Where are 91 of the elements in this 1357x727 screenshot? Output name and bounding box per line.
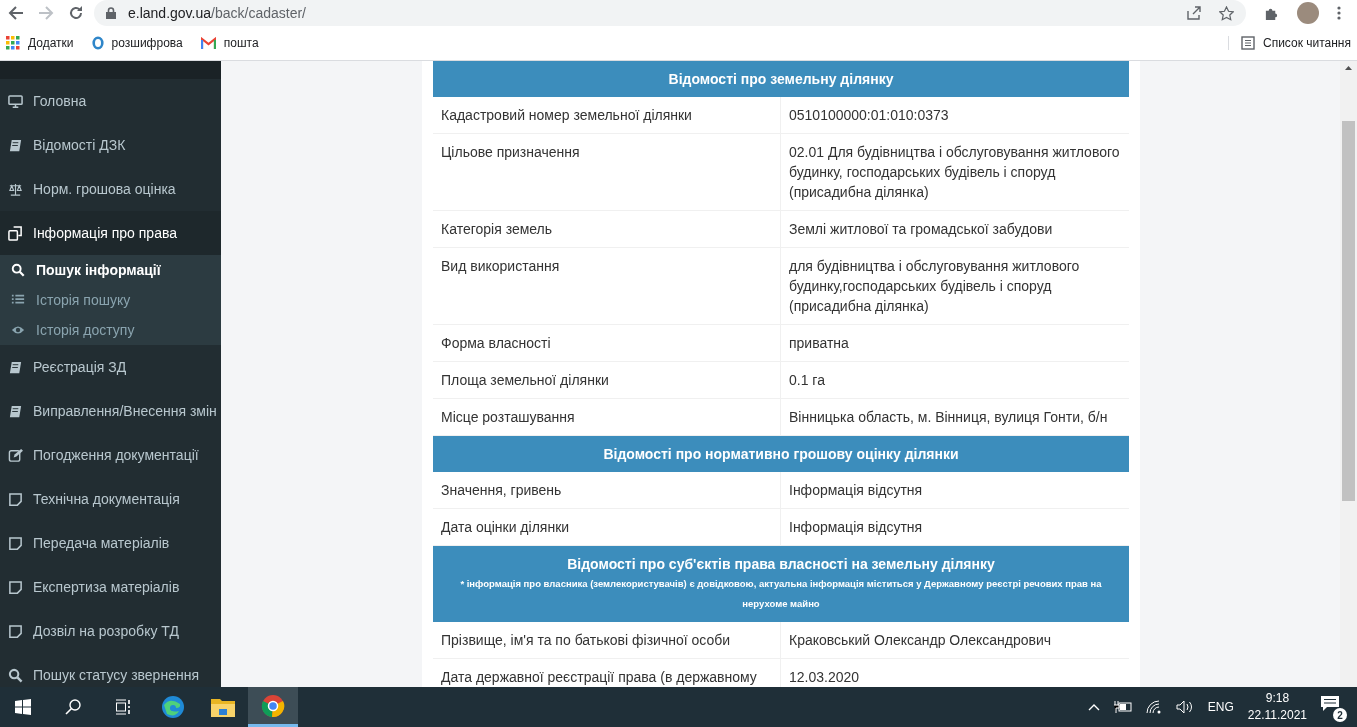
notification-count: 2 (1333, 708, 1347, 722)
monitor-icon (8, 93, 23, 109)
language-indicator[interactable]: ENG (1207, 700, 1234, 714)
field-label: Цільове призначення (440, 143, 581, 162)
more-icon[interactable] (1337, 6, 1341, 20)
field-label: Прізвище, ім'я та по батькові фізичної особи (440, 631, 732, 650)
speaker-icon[interactable] (1175, 700, 1194, 714)
bookmark-label: Додатки (28, 36, 74, 50)
book-icon (8, 359, 23, 375)
chat-icon (1321, 696, 1339, 712)
field-label: Дата оцінки ділянки (440, 518, 571, 537)
field-value: Краковський Олександр Олександрович (780, 622, 1129, 658)
field-value: Вінницька область, м. Вінниця, вулиця Гонти, б/н (780, 399, 1129, 435)
sidebar-item[interactable]: Реєстрація ЗД (0, 345, 221, 389)
folder-icon (211, 697, 235, 717)
edge-icon (161, 695, 185, 719)
bookmark-label: пошта (223, 36, 259, 50)
field-value: для будівництва і обслуговування житлового будинку,господарських будівель і споруд (присадибна ділянка) (780, 248, 1129, 324)
field-value: Землі житлової та громадської забудови (780, 211, 1129, 247)
bookmark-label: Список читання (1263, 36, 1351, 50)
copy-icon (8, 225, 23, 241)
list-icon (1241, 36, 1255, 50)
note-icon (8, 623, 23, 639)
sidebar-item[interactable]: Передача матеріалів (0, 521, 221, 565)
sidebar-item[interactable]: Виправлення/Внесення змін (0, 389, 221, 433)
battery-icon[interactable] (1113, 701, 1132, 713)
bookmark-link[interactable]: пошта (200, 36, 259, 50)
field-label: Значення, гривень (440, 481, 563, 500)
apps-grid-icon (6, 36, 20, 50)
clock[interactable]: 9:18 22.11.2021 (1247, 690, 1307, 724)
note-icon (8, 491, 23, 507)
field-label: Категорія земель (440, 220, 554, 239)
field-label: Площа земельної ділянки (440, 371, 610, 390)
chevron-up-icon[interactable] (1087, 703, 1100, 711)
chrome-icon (261, 693, 285, 718)
book-icon (8, 137, 23, 153)
list-icon (11, 293, 25, 307)
section-title: Відомості про земельну ділянку (667, 70, 895, 89)
field-label: Місце розташування (440, 408, 576, 427)
wifi-icon[interactable] (1145, 700, 1162, 714)
search-icon (11, 263, 25, 277)
sidebar-item[interactable]: Інформація про права (0, 211, 221, 255)
field-value: 0.1 га (780, 362, 1129, 398)
scrollbar[interactable] (1340, 61, 1357, 687)
field-label: Дата державної реєстрації права (в державному (440, 668, 758, 687)
avatar[interactable] (1297, 2, 1319, 24)
sidebar-item[interactable]: Пошук статусу звернення (0, 653, 221, 687)
section-title: Відомості про нормативно грошову оцінку ділянки (602, 445, 960, 464)
sidebar-item[interactable]: Технічна документація (0, 477, 221, 521)
address-bar[interactable]: e.land.gov.ua/back/cadaster/ (94, 0, 1246, 26)
reading-list-button[interactable]: Список читання (1228, 36, 1351, 50)
windows-icon (15, 699, 31, 715)
note-icon (8, 535, 23, 551)
star-icon[interactable] (1219, 5, 1234, 21)
sidebar-item[interactable]: Погодження документації (0, 433, 221, 477)
reload-icon[interactable] (68, 5, 84, 21)
clock-text: 22.11.2021 (1247, 707, 1307, 724)
bookmark-label: розшифрова (111, 36, 183, 50)
book-icon (8, 403, 23, 419)
sidebar-item[interactable]: Експертиза матеріалів (0, 565, 221, 609)
field-value: 0510100000:01:010:0373 (780, 97, 1129, 133)
search-icon (65, 699, 81, 715)
back-icon[interactable] (8, 5, 24, 21)
section-note: * інформація про власника (землекористувачів) є довідковою, актуальна інформація міститься у Державному реєстрі речових прав на нерухоме майно (459, 577, 1103, 611)
scale-icon (8, 181, 23, 197)
field-value: Інформація відсутня (780, 472, 1129, 508)
edit-icon (8, 447, 23, 463)
mail-icon (200, 37, 216, 49)
sidebar-item[interactable]: Дозвіл на розробку ТД (0, 609, 221, 653)
note-icon (8, 579, 23, 595)
sidebar-subitem[interactable]: Історія пошуку (0, 285, 221, 315)
field-label: Кадастровий номер земельної ділянки (440, 106, 693, 125)
bookmark-link[interactable]: розшифрова (91, 36, 183, 50)
field-value: Інформація відсутня (780, 509, 1129, 545)
ring-icon (91, 36, 104, 50)
field-value: приватна (780, 325, 1129, 361)
share-icon[interactable] (1187, 6, 1201, 20)
sidebar-subitem[interactable]: Історія доступу (0, 315, 221, 345)
section-title: Відомості про суб'єктів права власності на земельну ділянку (566, 555, 996, 574)
sidebar-item[interactable]: Норм. грошова оцінка (0, 167, 221, 211)
search-icon (8, 667, 23, 683)
sidebar-item[interactable]: Головна (0, 79, 221, 123)
field-value: 02.01 Для будівництва і обслуговування житлового будинку, господарських будівель і споруд (присадибна ділянка) (780, 134, 1129, 210)
field-label: Форма власності (440, 334, 552, 353)
lock-icon (106, 7, 116, 19)
bookmark-link[interactable]: Додатки (6, 36, 74, 50)
clock-text: 9:18 (1265, 690, 1290, 707)
sidebar-subitem[interactable]: Пошук інформації (0, 255, 221, 285)
task-view-icon (115, 699, 131, 715)
field-label: Вид використання (440, 257, 561, 276)
sidebar-item[interactable]: Відомості ДЗК (0, 123, 221, 167)
